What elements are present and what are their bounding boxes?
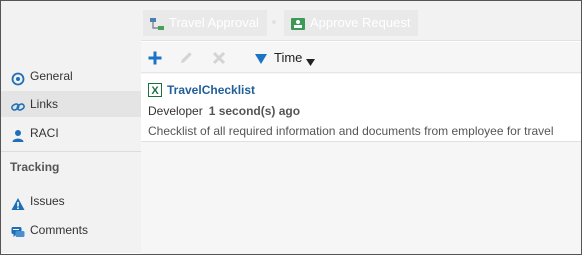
sidebar-item-label: General [30,69,73,83]
pencil-icon [181,52,192,63]
chevron-down-icon[interactable] [306,55,315,66]
workflow-icon [149,15,165,31]
sidebar-item-comments[interactable]: Comments [1,217,141,243]
sidebar-item-label: Issues [30,194,65,208]
comments-icon [11,223,25,237]
general-icon [11,69,25,86]
edit-link-button[interactable] [178,50,194,66]
delete-link-button[interactable] [211,50,227,66]
task-icon [290,15,306,31]
link-time: 1 second(s) ago [208,104,301,118]
sidebar-item-links[interactable]: Links [1,91,141,117]
link-icon [11,97,25,111]
link-author: Developer [148,104,203,118]
warning-icon [11,194,25,210]
breadcrumb-travel-approval[interactable]: Travel Approval [143,10,267,36]
breadcrumb-label: Travel Approval [169,15,259,30]
sidebar-item-general[interactable]: General [1,63,141,89]
sidebar-item-label: Comments [30,223,89,237]
sidebar-item-issues[interactable]: Issues [1,188,141,214]
sort-field-label[interactable]: Time [274,50,302,65]
breadcrumb-approve-request[interactable]: Approve Request [284,10,419,36]
link-title[interactable]: TravelChecklist [167,83,255,97]
breadcrumb-label: Approve Request [310,15,411,30]
sort-direction-icon[interactable] [255,53,267,64]
sidebar-item-label: Links [30,97,59,111]
link-description: Checklist of all required information an… [148,124,554,138]
plus-icon [148,51,162,65]
excel-file-icon: X [148,83,162,97]
link-meta: Developer 1 second(s) ago [148,104,300,118]
sidebar-item-label: RACI [30,126,59,140]
sidebar-divider [1,151,141,152]
sidebar-section-tracking: Tracking [10,160,60,174]
add-link-button[interactable] [147,50,163,66]
toolbar-divider [141,72,581,73]
person-icon [11,126,25,142]
svg-text:X: X [151,85,159,97]
close-icon [212,51,226,65]
sidebar-item-raci[interactable]: RACI [1,120,141,146]
breadcrumb-separator [272,20,276,24]
